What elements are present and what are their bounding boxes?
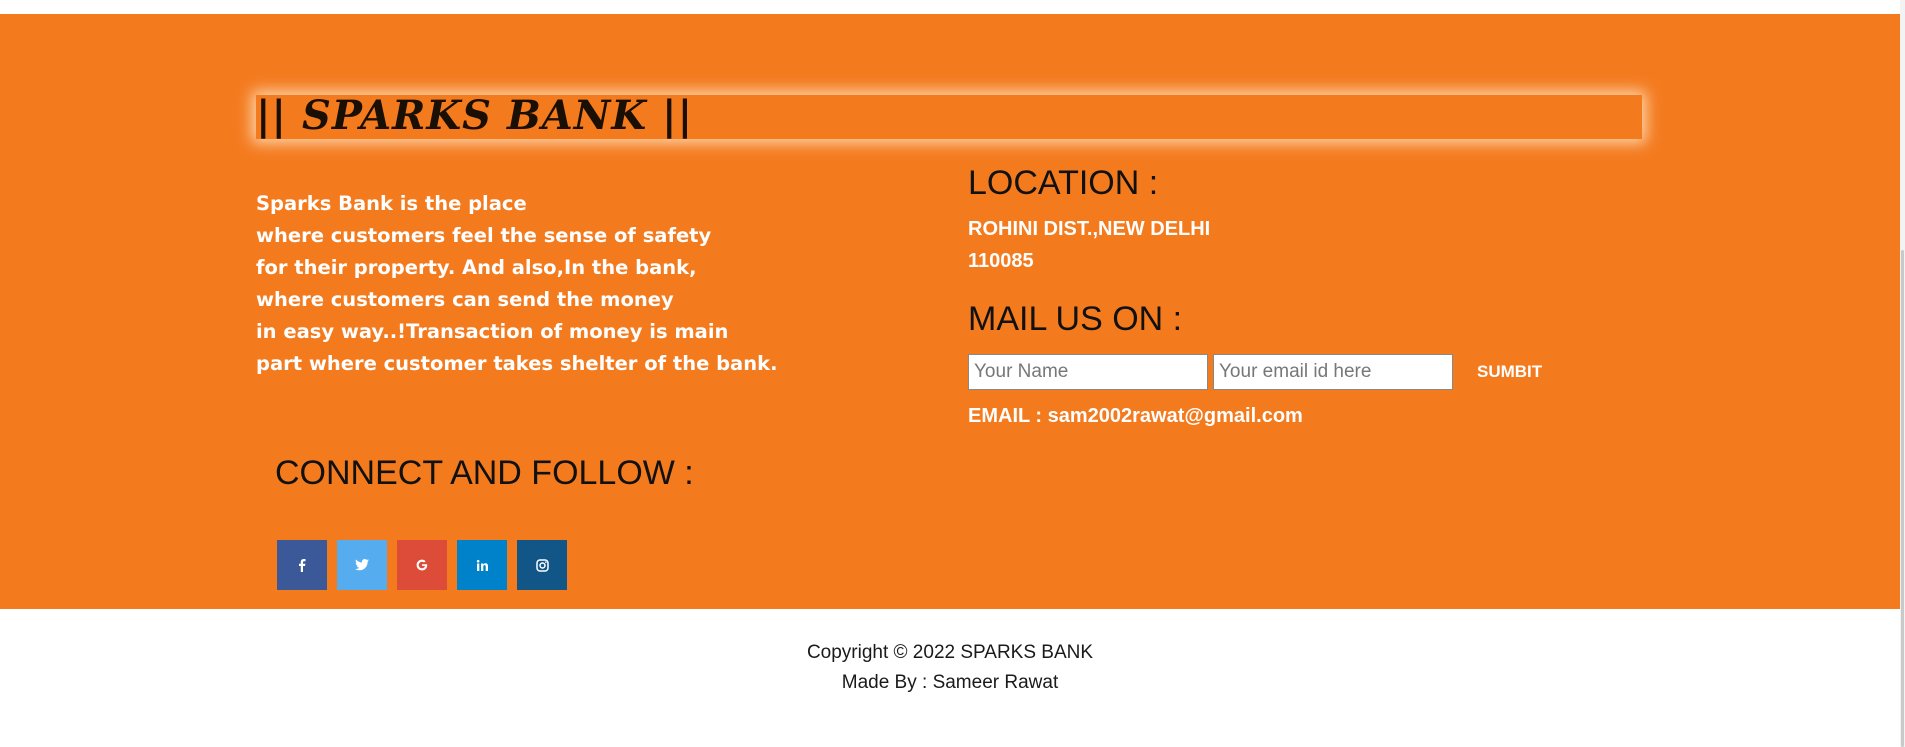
top-strip: [0, 0, 1905, 14]
social-links: [277, 540, 577, 590]
submit-button[interactable]: SUMBIT: [1467, 354, 1552, 390]
linkedin-button[interactable]: [457, 540, 507, 590]
linkedin-icon: [476, 559, 489, 572]
about-line: where customers feel the sense of safety: [256, 224, 712, 247]
google-icon: [415, 558, 429, 572]
about-line: where customers can send the money: [256, 288, 674, 311]
copyright-block: Copyright © 2022 SPARKS BANK Made By : S…: [0, 638, 1900, 698]
about-text: Sparks Bank is the place where customers…: [256, 188, 956, 380]
address: ROHINI DIST.,NEW DELHI 110085: [968, 213, 1210, 277]
facebook-icon: [296, 558, 308, 572]
connect-heading: CONNECT AND FOLLOW :: [275, 454, 694, 492]
instagram-icon: [535, 558, 549, 572]
brand-title: || SPARKS BANK ||: [256, 92, 694, 139]
location-heading: LOCATION :: [968, 164, 1159, 202]
copyright-text: Copyright © 2022 SPARKS BANK: [806, 642, 1094, 663]
about-line: for their property. And also,In the bank…: [256, 256, 697, 279]
contact-email: EMAIL : sam2002rawat@gmail.com: [968, 405, 1303, 427]
name-input[interactable]: [968, 354, 1208, 390]
google-button[interactable]: [397, 540, 447, 590]
about-line: in easy way..!Transaction of money is ma…: [256, 320, 729, 343]
email-input[interactable]: [1213, 354, 1453, 390]
address-line: ROHINI DIST.,NEW DELHI: [968, 218, 1211, 240]
scrollbar-thumb[interactable]: [1901, 250, 1904, 747]
about-line: Sparks Bank is the place: [256, 192, 527, 215]
twitter-button[interactable]: [337, 540, 387, 590]
postal-code: 110085: [968, 250, 1034, 272]
facebook-button[interactable]: [277, 540, 327, 590]
made-by-text: Made By : Sameer Rawat: [841, 672, 1059, 693]
mail-heading: MAIL US ON :: [968, 300, 1183, 338]
instagram-button[interactable]: [517, 540, 567, 590]
twitter-icon: [355, 559, 369, 571]
about-line: part where customer takes shelter of the…: [256, 352, 778, 375]
